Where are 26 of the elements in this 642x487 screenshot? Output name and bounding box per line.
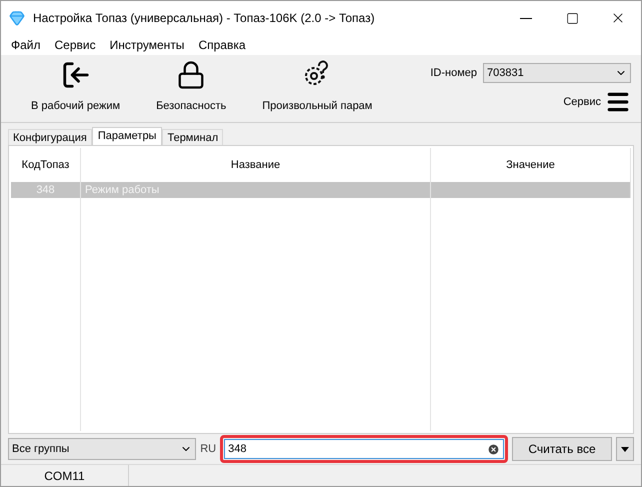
caret-icon: [621, 446, 630, 452]
window-title: Настройка Топаз (универсальная) - Топаз-106K (2.0 -> Топаз): [33, 10, 376, 27]
service-menu-button[interactable]: Сервис: [563, 89, 631, 115]
id-select[interactable]: 703831: [483, 63, 631, 83]
menu-item[interactable]: Справка: [198, 36, 246, 54]
toolbar-button[interactable]: В рабочий режим: [27, 60, 124, 114]
menu-item[interactable]: Файл: [11, 36, 41, 54]
group-select[interactable]: Все группы: [8, 438, 196, 460]
app-logo-icon: [9, 10, 25, 26]
dropdown-button[interactable]: [616, 437, 634, 461]
toolbar-button[interactable]: Безопасность: [152, 60, 230, 114]
tab[interactable]: Конфигурация: [8, 129, 92, 145]
read-all-button[interactable]: Считать все: [512, 437, 612, 461]
toolbar-button[interactable]: Произвольный парам: [258, 58, 376, 114]
menu-item[interactable]: Инструменты: [110, 36, 184, 54]
language-indicator: RU: [200, 442, 216, 457]
maximize-icon: [566, 12, 578, 24]
door-exit-icon: [60, 60, 91, 90]
port-status: COM11: [44, 468, 85, 484]
padlock-icon: [176, 60, 206, 90]
id-label: ID-номер: [430, 66, 477, 81]
menu-item[interactable]: Сервис: [54, 36, 96, 54]
search-field[interactable]: 348: [220, 435, 508, 463]
tab[interactable]: Параметры: [92, 127, 162, 145]
clear-icon[interactable]: [486, 442, 500, 456]
tab[interactable]: Терминал: [162, 129, 224, 145]
